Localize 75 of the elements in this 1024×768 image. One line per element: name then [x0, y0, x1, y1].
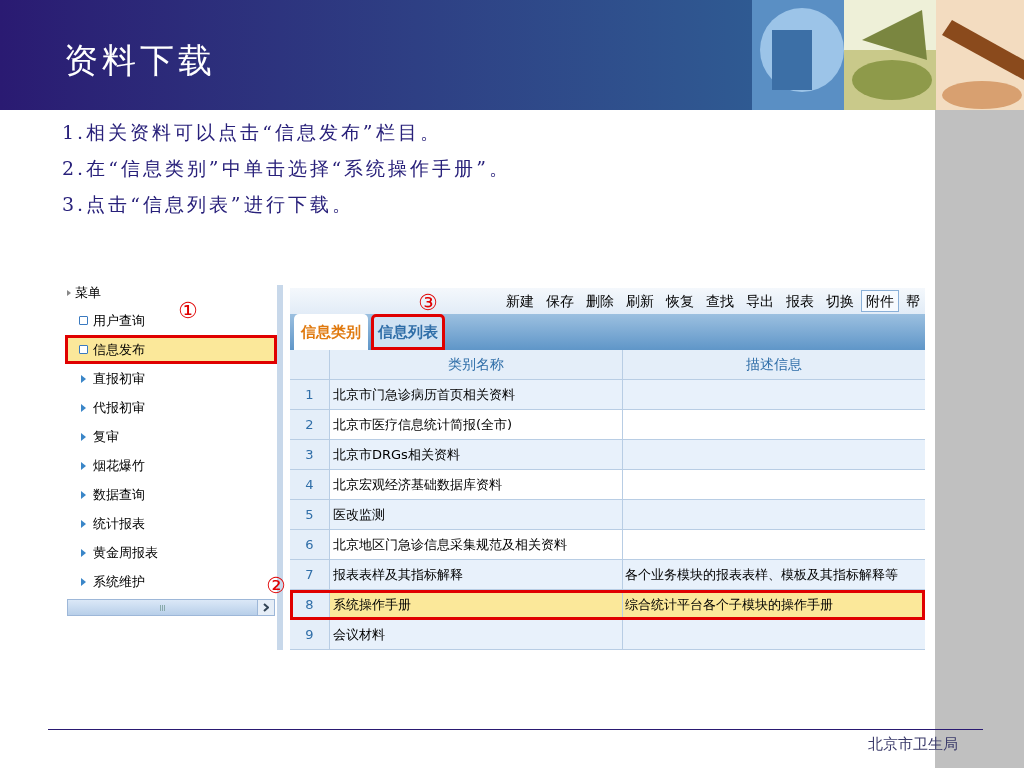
menu-item[interactable]: 系统维护	[65, 567, 151, 596]
toolbar-button[interactable]: 报表	[781, 289, 819, 312]
footer-text: 北京市卫生局	[868, 734, 958, 755]
expand-arrow-icon	[81, 490, 86, 499]
toolbar-button[interactable]: 帮	[901, 289, 925, 312]
instruction-text: 3.点击“信息列表”进行下载。	[62, 192, 355, 217]
page-icon	[79, 316, 88, 325]
table-row[interactable]: 5 医改监测	[290, 500, 925, 530]
expand-arrow-icon	[81, 432, 86, 441]
row-number: 6	[290, 530, 330, 559]
table-cell-text: 各个业务模块的报表表样、模板及其指标解释等	[624, 565, 899, 584]
toolbar-button[interactable]: 新建	[501, 289, 539, 312]
toolbar-button[interactable]: 恢复	[661, 289, 699, 312]
menu-item[interactable]: 代报初审	[65, 393, 151, 422]
table-row[interactable]: 8 系统操作手册 综合统计平台各个子模块的操作手册	[290, 590, 925, 620]
table-row[interactable]: 3 北京市DRGs相关资料	[290, 440, 925, 470]
row-number: 3	[290, 440, 330, 469]
toolbar-button[interactable]: 删除	[581, 289, 619, 312]
table-row[interactable]: 9 会议材料	[290, 620, 925, 650]
table-row[interactable]: 7 报表表样及其指标解释 各个业务模块的报表表样、模板及其指标解释等	[290, 560, 925, 590]
column-header: 描述信息	[745, 355, 803, 374]
menu-heading: 菜单	[75, 285, 101, 301]
table-cell-text: 综合统计平台各个子模块的操作手册	[624, 595, 834, 614]
table-cell: 会议材料	[330, 620, 623, 649]
table-row[interactable]: 2 北京市医疗信息统计简报(全市)	[290, 410, 925, 440]
menu-item[interactable]: 烟花爆竹	[65, 451, 151, 480]
expand-arrow-icon	[81, 548, 86, 557]
table-row[interactable]: 1 北京市门急诊病历首页相关资料	[290, 380, 925, 410]
expand-arrow-icon	[81, 403, 86, 412]
menu-item[interactable]: 数据查询	[65, 480, 151, 509]
menu-item[interactable]: 直报初审	[65, 364, 151, 393]
row-number: 8	[290, 590, 330, 619]
horizontal-scrollbar[interactable]	[67, 599, 275, 616]
table-cell: 系统操作手册	[330, 590, 623, 619]
toolbar-button[interactable]: 附件	[861, 289, 899, 312]
expand-arrow-icon	[81, 577, 86, 586]
toolbar-button[interactable]: 导出	[741, 289, 779, 312]
table-cell: 北京宏观经济基础数据库资料	[330, 470, 623, 499]
toolbar-button[interactable]: 刷新	[621, 289, 659, 312]
row-number: 4	[290, 470, 330, 499]
toolbar-button[interactable]: 切换	[821, 289, 859, 312]
callout-number: ③	[418, 292, 438, 314]
row-number: 2	[290, 410, 330, 439]
expand-arrow-icon	[81, 374, 86, 383]
page-icon	[79, 345, 88, 354]
menu-item[interactable]: 用户查询	[65, 306, 151, 335]
scrollbar-thumb[interactable]	[68, 600, 258, 615]
instruction-text: 2.在“信息类别”中单击选择“系统操作手册”。	[62, 156, 511, 181]
menu-item[interactable]: 信息发布	[65, 335, 277, 364]
instruction-text: 1.相关资料可以点击“信息发布”栏目。	[62, 120, 443, 145]
table-row[interactable]: 4 北京宏观经济基础数据库资料	[290, 470, 925, 500]
row-number: 1	[290, 380, 330, 409]
tab[interactable]: 信息列表	[371, 314, 445, 350]
expand-arrow-icon	[67, 290, 71, 296]
table-cell: 医改监测	[330, 500, 623, 529]
callout-number: ②	[266, 575, 286, 597]
toolbar-button[interactable]: 保存	[541, 289, 579, 312]
row-number: 9	[290, 620, 330, 649]
expand-arrow-icon	[81, 461, 86, 470]
row-number: 7	[290, 560, 330, 589]
toolbar-button[interactable]: 查找	[701, 289, 739, 312]
callout-number: ①	[178, 300, 198, 322]
table-cell: 北京市DRGs相关资料	[330, 440, 623, 469]
row-number: 5	[290, 500, 330, 529]
table-cell: 北京地区门急诊信息采集规范及相关资料	[330, 530, 623, 559]
table-cell: 报表表样及其指标解释	[330, 560, 623, 589]
menu-item[interactable]: 复审	[65, 422, 125, 451]
table-cell: 北京市医疗信息统计简报(全市)	[330, 410, 623, 439]
menu-item[interactable]: 黄金周报表	[65, 538, 164, 567]
table-cell: 北京市门急诊病历首页相关资料	[330, 380, 623, 409]
slide-title: 资料下载	[64, 38, 216, 82]
menu-item[interactable]: 统计报表	[65, 509, 151, 538]
column-header: 类别名称	[330, 350, 623, 379]
expand-arrow-icon	[81, 519, 86, 528]
table-row[interactable]: 6 北京地区门急诊信息采集规范及相关资料	[290, 530, 925, 560]
